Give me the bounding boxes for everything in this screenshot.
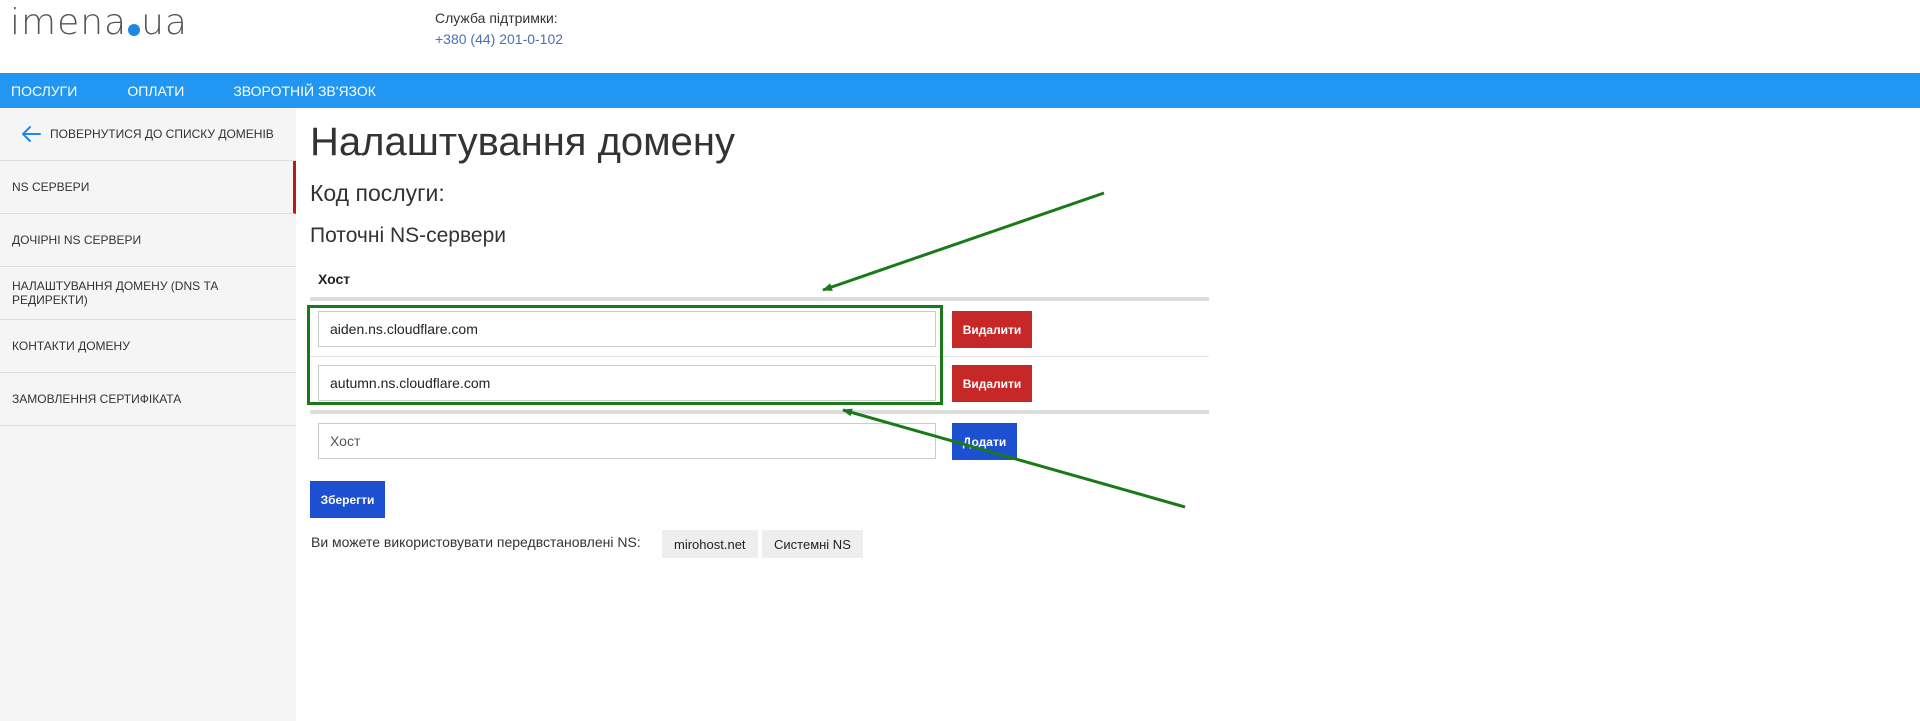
service-code-label: Код послуги: bbox=[310, 180, 445, 206]
sidebar-item-domain-settings[interactable]: НАЛАШТУВАННЯ ДОМЕНУ (DNS ТА РЕДИРЕКТИ) bbox=[0, 267, 296, 320]
support-label: Служба підтримки: bbox=[435, 10, 558, 26]
support-phone[interactable]: +380 (44) 201-0-102 bbox=[435, 29, 563, 50]
row-divider bbox=[310, 356, 1209, 357]
ns-servers-heading: Поточні NS-сервери bbox=[310, 224, 506, 247]
delete-ns-1-button[interactable]: Видалити bbox=[952, 311, 1032, 348]
arrow-left-icon bbox=[22, 126, 41, 142]
save-button[interactable]: Зберегти bbox=[310, 481, 385, 518]
back-link-label: ПОВЕРНУТИСЯ ДО СПИСКУ ДОМЕНІВ bbox=[50, 127, 274, 141]
preset-system-ns-button[interactable]: Системні NS bbox=[762, 530, 863, 558]
header: imena ua Служба підтримки: +380 (44) 201-… bbox=[0, 0, 1920, 73]
preset-mirohost-button[interactable]: mirohost.net bbox=[662, 530, 758, 558]
sidebar-item-domain-contacts[interactable]: КОНТАКТИ ДОМЕНУ bbox=[0, 320, 296, 373]
page-title: Налаштування домену bbox=[310, 120, 735, 164]
nav-item-payments[interactable]: ОПЛАТИ bbox=[127, 83, 184, 99]
sidebar-item-label: NS СЕРВЕРИ bbox=[12, 180, 90, 194]
back-to-domains-link[interactable]: ПОВЕРНУТИСЯ ДО СПИСКУ ДОМЕНІВ bbox=[0, 108, 296, 161]
support-info: Служба підтримки: +380 (44) 201-0-102 bbox=[435, 8, 563, 50]
logo-dot-icon bbox=[128, 24, 141, 36]
sidebar-item-child-ns-servers[interactable]: ДОЧІРНІ NS СЕРВЕРИ bbox=[0, 214, 296, 267]
sidebar-item-ns-servers[interactable]: NS СЕРВЕРИ bbox=[0, 161, 296, 214]
sidebar-item-certificate-order[interactable]: ЗАМОВЛЕННЯ СЕРТИФІКАТА bbox=[0, 373, 296, 426]
main-navbar: ПОСЛУГИ ОПЛАТИ ЗВОРОТНІЙ ЗВ'ЯЗОК bbox=[0, 73, 1920, 108]
ns-server-1-input[interactable] bbox=[318, 311, 936, 347]
logo-text-right: ua bbox=[141, 2, 188, 43]
table-divider bbox=[310, 410, 1209, 414]
sidebar: ПОВЕРНУТИСЯ ДО СПИСКУ ДОМЕНІВ NS СЕРВЕРИ… bbox=[0, 108, 296, 721]
delete-ns-2-button[interactable]: Видалити bbox=[952, 365, 1032, 402]
ns-server-2-input[interactable] bbox=[318, 365, 936, 401]
sidebar-item-label: ДОЧІРНІ NS СЕРВЕРИ bbox=[12, 233, 142, 247]
sidebar-item-label: НАЛАШТУВАННЯ ДОМЕНУ (DNS ТА РЕДИРЕКТИ) bbox=[12, 279, 219, 307]
sidebar-item-label: ЗАМОВЛЕННЯ СЕРТИФІКАТА bbox=[12, 392, 182, 406]
nav-item-services[interactable]: ПОСЛУГИ bbox=[11, 83, 77, 99]
nav-item-feedback[interactable]: ЗВОРОТНІЙ ЗВ'ЯЗОК bbox=[233, 83, 376, 99]
host-column-header: Хост bbox=[318, 271, 351, 287]
logo[interactable]: imena ua bbox=[10, 2, 188, 43]
sidebar-item-label: КОНТАКТИ ДОМЕНУ bbox=[12, 339, 130, 353]
new-host-input[interactable] bbox=[318, 423, 936, 459]
preset-ns-text: Ви можете використовувати передвстановле… bbox=[311, 534, 641, 550]
add-host-button[interactable]: Додати bbox=[952, 423, 1017, 460]
table-divider bbox=[310, 297, 1209, 301]
annotation-arrow-top-icon bbox=[822, 191, 1105, 292]
logo-text-left: imena bbox=[10, 2, 128, 43]
